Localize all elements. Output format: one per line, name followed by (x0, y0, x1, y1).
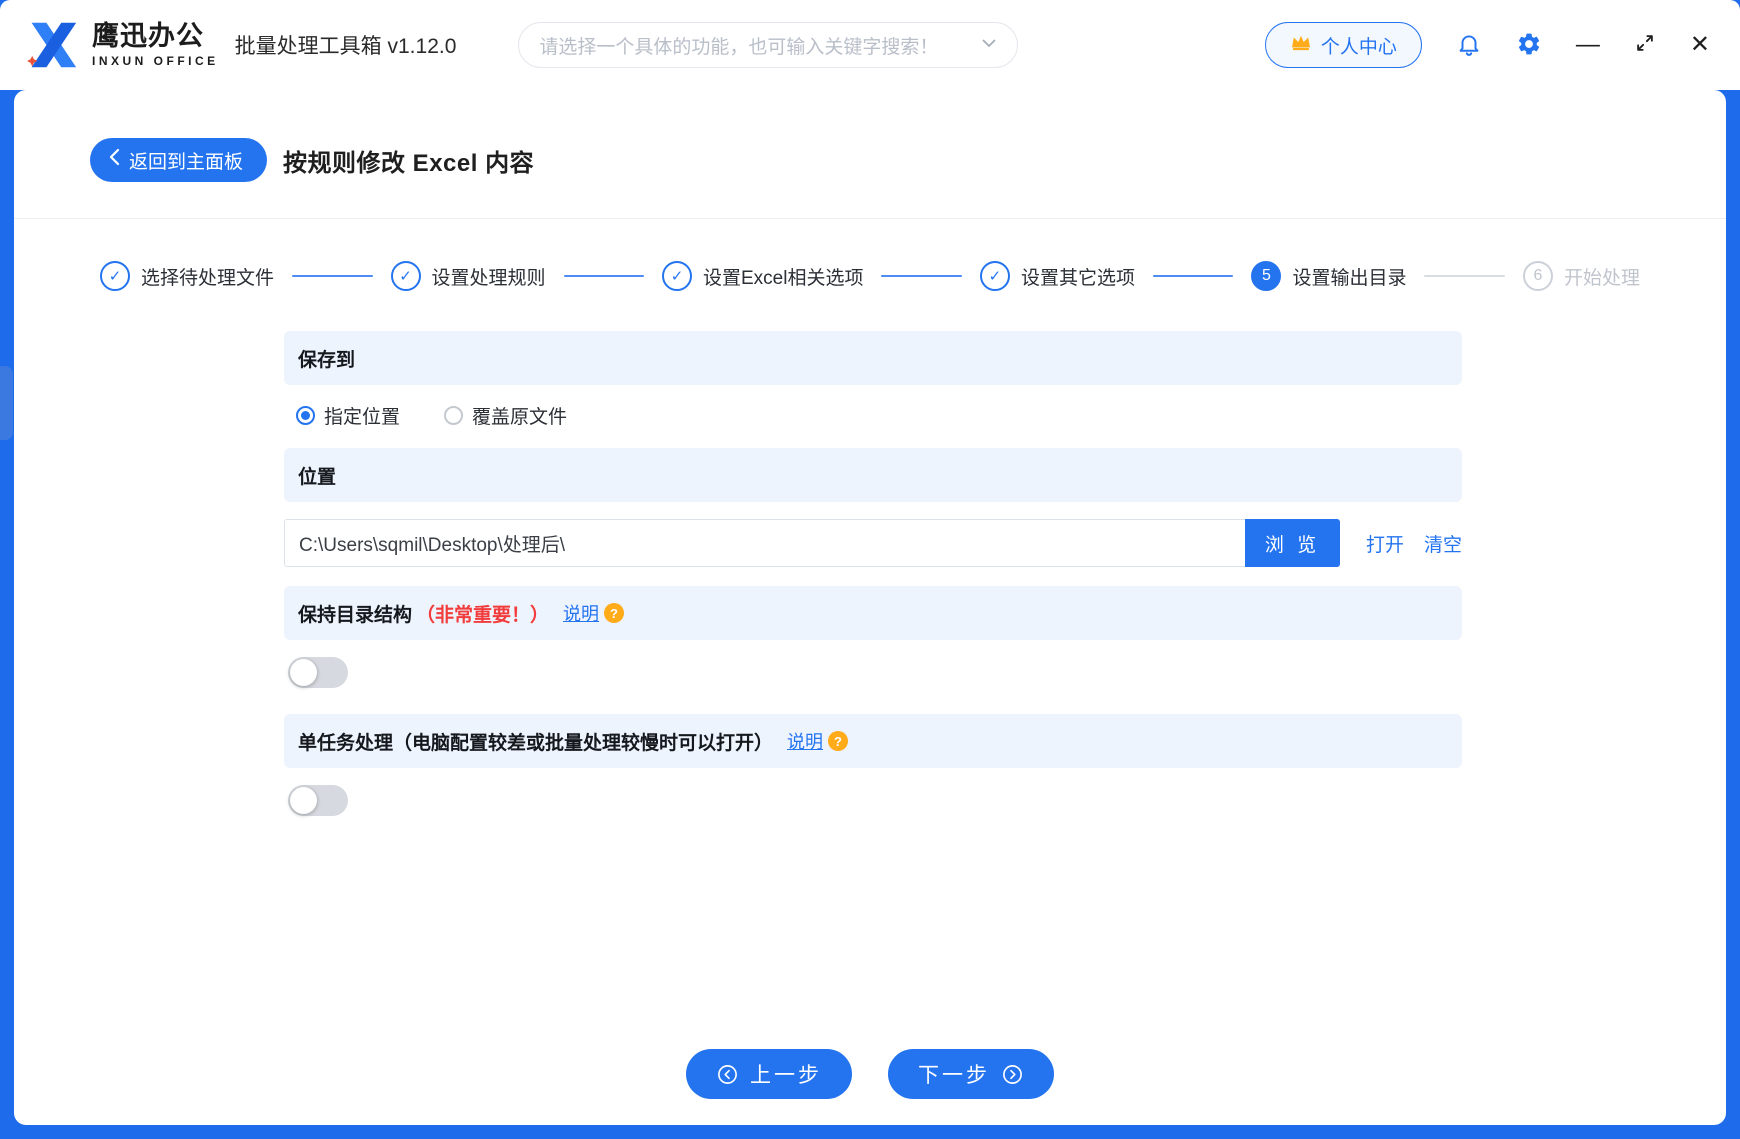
prev-step-label: 上一步 (750, 1064, 822, 1087)
back-button-label: 返回到主面板 (129, 151, 244, 173)
stepper-step-3: ✓ 设置Excel相关选项 (662, 261, 863, 291)
app-window: { "colors": { "primary": "#2474f0", "fra… (0, 0, 1740, 1139)
step-check-icon: ✓ (100, 261, 130, 291)
step-connector (1152, 275, 1234, 277)
brand-text: 鹰迅办公 INXUN OFFICE (92, 21, 219, 68)
side-drawer-handle[interactable] (0, 366, 13, 440)
topbar: 鹰迅办公 INXUN OFFICE 批量处理工具箱 v1.12.0 请选择一个具… (0, 0, 1740, 90)
question-icon[interactable]: ? (604, 603, 625, 623)
single-task-help-link[interactable]: 说明 (787, 728, 823, 754)
browse-button[interactable]: 浏 览 (1244, 519, 1340, 567)
step-number: 6 (1522, 261, 1553, 291)
wizard-footer: 上一步 下一步 (14, 1049, 1726, 1099)
chevron-down-icon (981, 36, 997, 54)
toggle-knob (290, 787, 317, 814)
resize-icon (1634, 32, 1656, 59)
page-title: 按规则修改 Excel 内容 (283, 149, 535, 177)
next-step-button[interactable]: 下一步 (888, 1049, 1054, 1099)
location-input-row: 浏 览 打开 清空 (284, 519, 1462, 567)
output-settings-form: 保存到 指定位置 覆盖原文件 位置 浏 览 打开 清空 保持目录结构 （非常重要… (284, 331, 1462, 816)
crown-icon (1290, 33, 1312, 57)
circle-arrow-right-icon (1001, 1063, 1024, 1086)
section-save-to: 保存到 (284, 331, 1462, 385)
stepper-step-2: ✓ 设置处理规则 (390, 261, 546, 291)
search-placeholder: 请选择一个具体的功能，也可输入关键字搜索！ (539, 36, 939, 58)
close-icon: ✕ (1689, 31, 1710, 58)
radio-label: 覆盖原文件 (472, 407, 568, 428)
stepper-step-6: 6 开始处理 (1522, 261, 1640, 291)
section-title: 保持目录结构 (298, 604, 413, 626)
user-center-button[interactable]: 个人中心 (1264, 22, 1422, 68)
settings-button[interactable] (1516, 31, 1542, 60)
radio-label: 指定位置 (324, 407, 401, 428)
prev-step-button[interactable]: 上一步 (686, 1049, 852, 1099)
bell-icon (1456, 31, 1482, 60)
open-folder-link[interactable]: 打开 (1366, 530, 1404, 557)
divider (14, 218, 1726, 219)
app-title: 批量处理工具箱 v1.12.0 (234, 35, 457, 58)
brand-name: 鹰迅办公 (92, 21, 204, 52)
important-note: （非常重要！） (416, 604, 550, 626)
minimize-icon: — (1575, 31, 1600, 58)
step-label: 设置处理规则 (431, 267, 546, 289)
save-to-options: 指定位置 覆盖原文件 (296, 402, 1462, 429)
radio-on-icon (296, 406, 315, 425)
brand-subtitle: INXUN OFFICE (92, 53, 219, 68)
radio-off-icon (444, 406, 464, 425)
next-step-label: 下一步 (918, 1064, 990, 1087)
radio-overwrite-original[interactable]: 覆盖原文件 (444, 402, 567, 429)
clear-path-link[interactable]: 清空 (1424, 530, 1462, 557)
radio-specified-location[interactable]: 指定位置 (296, 402, 400, 429)
stepper: ✓ 选择待处理文件 ✓ 设置处理规则 ✓ 设置Excel相关选项 ✓ 设置其它选… (100, 261, 1640, 291)
app-logo-icon (24, 19, 80, 71)
main-panel: 返回到主面板 按规则修改 Excel 内容 ✓ 选择待处理文件 ✓ 设置处理规则… (14, 90, 1726, 1125)
section-title: 保存到 (298, 349, 356, 371)
user-center-label: 个人中心 (1320, 36, 1397, 58)
section-single-task: 单任务处理（电脑配置较差或批量处理较慢时可以打开） 说明 ? (284, 714, 1462, 768)
stepper-step-5: 5 设置输出目录 (1251, 261, 1406, 291)
brand: 鹰迅办公 INXUN OFFICE (24, 19, 219, 71)
question-icon[interactable]: ? (828, 731, 849, 751)
step-connector (292, 275, 373, 277)
circle-arrow-left-icon (716, 1063, 739, 1086)
step-check-icon: ✓ (979, 261, 1010, 291)
step-label: 设置输出目录 (1292, 267, 1407, 289)
step-check-icon: ✓ (662, 261, 692, 291)
step-connector (563, 275, 644, 277)
page-header: 返回到主面板 按规则修改 Excel 内容 (14, 90, 1726, 182)
output-path-input[interactable] (284, 519, 1246, 567)
step-label: 设置Excel相关选项 (703, 267, 864, 289)
step-connector (881, 275, 962, 277)
minimize-button[interactable]: — (1576, 33, 1600, 57)
notifications-button[interactable] (1456, 31, 1482, 60)
step-label: 开始处理 (1563, 267, 1640, 289)
maximize-button[interactable] (1634, 32, 1656, 59)
section-keep-structure: 保持目录结构 （非常重要！） 说明 ? (284, 586, 1462, 640)
topbar-actions: 个人中心 — ✕ (1264, 22, 1710, 68)
function-search-select[interactable]: 请选择一个具体的功能，也可输入关键字搜索！ (518, 22, 1019, 68)
stepper-step-1: ✓ 选择待处理文件 (100, 261, 274, 291)
keep-structure-toggle[interactable] (288, 657, 348, 688)
section-title: 位置 (298, 466, 337, 488)
step-label: 选择待处理文件 (141, 267, 275, 289)
keep-structure-help-link[interactable]: 说明 (563, 600, 599, 626)
gear-icon (1516, 31, 1542, 60)
step-label: 设置其它选项 (1020, 267, 1135, 289)
close-button[interactable]: ✕ (1690, 33, 1710, 57)
single-task-toggle[interactable] (288, 785, 348, 816)
chevron-left-icon (108, 148, 120, 172)
stepper-step-4: ✓ 设置其它选项 (979, 261, 1135, 291)
back-to-dashboard-button[interactable]: 返回到主面板 (90, 138, 268, 182)
step-check-icon: ✓ (390, 261, 421, 291)
section-location: 位置 (284, 448, 1462, 502)
toggle-knob (290, 659, 317, 686)
step-number: 5 (1251, 261, 1282, 291)
step-connector (1424, 275, 1505, 277)
section-title: 单任务处理（电脑配置较差或批量处理较慢时可以打开） (298, 732, 774, 754)
